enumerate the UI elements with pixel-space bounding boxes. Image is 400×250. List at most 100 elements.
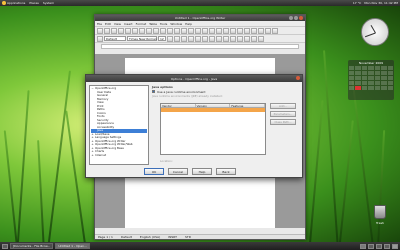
justify-icon[interactable] [209, 35, 215, 42]
underline-icon[interactable] [181, 35, 187, 42]
calendar-day[interactable] [355, 76, 361, 80]
font-color-icon[interactable] [244, 35, 250, 42]
menu-tools[interactable]: Tools [160, 22, 167, 26]
background-color-icon[interactable] [258, 35, 264, 42]
paste-icon[interactable] [181, 27, 187, 34]
dialog-close-icon[interactable] [296, 76, 300, 80]
calendar-day[interactable] [355, 86, 361, 90]
menu-help[interactable]: Help [185, 22, 192, 26]
calendar-day[interactable] [361, 81, 368, 85]
table-icon[interactable] [216, 27, 222, 34]
undo-icon[interactable] [195, 27, 201, 34]
calendar-day[interactable] [361, 71, 368, 75]
print-icon[interactable] [139, 27, 145, 34]
menu-view[interactable]: View [114, 22, 121, 26]
menu-applications[interactable]: Applications [7, 1, 25, 5]
font-size-select[interactable]: 12 [158, 36, 166, 41]
calendar-day[interactable] [368, 66, 374, 70]
redo-icon[interactable] [202, 27, 208, 34]
format-paintbrush-icon[interactable] [188, 27, 194, 34]
use-jre-checkbox[interactable] [152, 90, 155, 93]
calendar-day[interactable] [368, 76, 374, 80]
menu-places[interactable]: Places [29, 1, 39, 5]
copy-icon[interactable] [174, 27, 180, 34]
align-center-icon[interactable] [195, 35, 201, 42]
menu-system[interactable]: System [43, 1, 54, 5]
cut-icon[interactable] [167, 27, 173, 34]
page-preview-icon[interactable] [146, 27, 152, 34]
email-icon[interactable] [118, 27, 124, 34]
calendar-day[interactable] [349, 81, 355, 85]
calendar-day[interactable] [361, 66, 368, 70]
calendar-day[interactable] [349, 66, 355, 70]
back-button[interactable]: Back [216, 168, 236, 175]
align-left-icon[interactable] [188, 35, 194, 42]
close-icon[interactable] [299, 16, 303, 20]
calendar-day[interactable] [355, 81, 361, 85]
autospellcheck-icon[interactable] [160, 27, 166, 34]
navigator-icon[interactable] [237, 27, 243, 34]
italic-icon[interactable] [174, 35, 180, 42]
calendar-day[interactable] [368, 71, 374, 75]
menu-insert[interactable]: Insert [124, 22, 133, 26]
expand-icon[interactable]: + [91, 153, 94, 158]
gallery-icon[interactable] [244, 27, 250, 34]
calendar-day[interactable] [374, 76, 381, 80]
status-selection-mode[interactable]: STD [185, 235, 191, 239]
help-icon[interactable] [272, 27, 278, 34]
calendar-day[interactable] [387, 81, 393, 85]
status-mode[interactable]: INSRT [168, 235, 177, 239]
jre-list-row[interactable] [161, 108, 265, 112]
workspace-2[interactable] [368, 243, 374, 249]
align-right-icon[interactable] [202, 35, 208, 42]
calendar-day[interactable] [387, 86, 393, 90]
styles-formatting-icon[interactable] [97, 35, 103, 42]
calendar-day[interactable] [349, 86, 355, 90]
column-vendor[interactable]: Vendor [161, 104, 196, 108]
calendar-day[interactable] [374, 71, 381, 75]
calendar-day[interactable] [381, 81, 387, 85]
horizontal-ruler[interactable] [101, 44, 299, 49]
ok-button[interactable]: OK [144, 168, 164, 175]
zoom-icon[interactable] [265, 27, 271, 34]
column-features[interactable]: Features [230, 104, 266, 108]
trash-icon[interactable] [374, 205, 386, 219]
menu-window[interactable]: Window [170, 22, 182, 26]
menu-edit[interactable]: Edit [105, 22, 111, 26]
calendar-day[interactable] [387, 66, 393, 70]
column-version[interactable]: Version [196, 104, 231, 108]
parameters-button[interactable]: Parameters... [270, 111, 296, 117]
calendar-day[interactable] [355, 71, 361, 75]
minimize-icon[interactable] [289, 16, 293, 20]
find-replace-icon[interactable] [230, 27, 236, 34]
calendar-day[interactable] [374, 66, 381, 70]
pdf-export-icon[interactable] [132, 27, 138, 34]
calendar-day[interactable] [349, 76, 355, 80]
open-folder-icon[interactable] [104, 27, 110, 34]
taskbar-item-writer[interactable]: Untitled 1 - Open... [55, 243, 90, 249]
calendar-day[interactable] [381, 86, 387, 90]
save-icon[interactable] [111, 27, 117, 34]
writer-titlebar[interactable]: Untitled 1 - OpenOffice.org Writer [95, 15, 305, 21]
show-desktop-icon[interactable] [2, 243, 8, 249]
menu-file[interactable]: File [97, 22, 102, 26]
workspace-3[interactable] [376, 243, 382, 249]
dialog-titlebar[interactable]: Options - OpenOffice.org - Java [86, 75, 302, 82]
edit-file-icon[interactable] [125, 27, 131, 34]
calendar-day[interactable] [387, 76, 393, 80]
workspace-1[interactable] [360, 243, 366, 249]
menu-format[interactable]: Format [136, 22, 147, 26]
calendar-day[interactable] [349, 71, 355, 75]
calendar-day[interactable] [381, 66, 387, 70]
spellcheck-icon[interactable] [153, 27, 159, 34]
calendar-day[interactable] [381, 76, 387, 80]
class-path-button[interactable]: Class Path... [270, 119, 296, 125]
bullets-icon[interactable] [223, 35, 229, 42]
calendar-day[interactable] [361, 86, 368, 90]
hyperlink-icon[interactable] [209, 27, 215, 34]
taskbar-item-file-browser[interactable]: [Documents - File Brow... [10, 243, 54, 249]
new-document-icon[interactable] [97, 27, 103, 34]
increase-indent-icon[interactable] [237, 35, 243, 42]
tree-item[interactable]: + Internet [91, 153, 147, 158]
calendar-day[interactable] [374, 81, 381, 85]
